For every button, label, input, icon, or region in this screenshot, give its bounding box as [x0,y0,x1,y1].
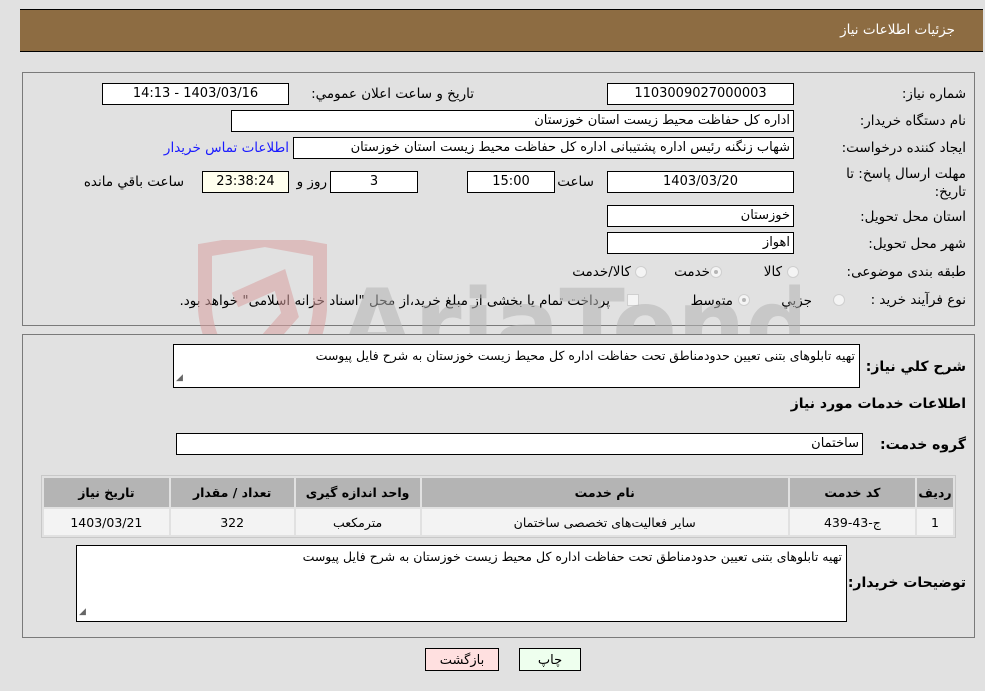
category-radio-goods[interactable] [787,266,799,278]
cell-unit: مترمکعب [295,509,420,535]
description-text: تهیه تابلوهای بتنی تعیین حدودمناطق تحت ح… [315,348,855,363]
cell-qty: 322 [170,509,294,535]
buyer-org-label: نام دستگاه خريدار: [859,113,966,129]
col-date-header: تاريخ نياز [44,478,169,507]
table-header-row: رديف کد خدمت نام خدمت واحد اندازه گیری ت… [44,478,953,507]
deadline-time-label: ساعت [557,174,594,190]
buyer-notes-textarea[interactable]: تهیه تابلوهای بتنی تعیین حدودمناطق تحت ح… [76,545,847,622]
remaining-time-label: ساعت باقي مانده [83,174,184,190]
category-radio-goods-service[interactable] [635,266,647,278]
purchase-option-minor: جزيي [781,293,812,309]
cell-date: 1403/03/21 [44,509,169,535]
buyer-notes-text: تهیه تابلوهای بتنی تعیین حدودمناطق تحت ح… [302,549,842,564]
deadline-time-field[interactable]: 15:00 [467,171,555,193]
announce-datetime-label: تاريخ و ساعت اعلان عمومي: [311,86,474,102]
need-number-label: شماره نیاز: [901,86,966,102]
back-button[interactable]: بازگشت [425,648,499,671]
category-label: طبقه بندی موضوعی: [846,264,966,280]
description-textarea[interactable]: تهیه تابلوهای بتنی تعیین حدودمناطق تحت ح… [173,344,860,388]
requester-label: ايجاد کننده درخواست: [841,140,966,156]
remaining-time-field[interactable]: 23:38:24 [202,171,289,193]
col-qty-header: تعداد / مقدار [170,478,294,507]
need-details-panel: شماره نیاز: 1103009027000003 تاريخ و ساع… [22,72,975,326]
category-option-goods: کالا [763,264,782,280]
service-group-label: گروه خدمت: [880,437,966,453]
purchase-option-medium: متوسط [690,293,733,309]
print-button[interactable]: چاپ [519,648,581,671]
treasury-checkbox[interactable] [627,294,639,306]
buyer-contact-link[interactable]: اطلاعات تماس خريدار [164,140,289,156]
category-option-service: خدمت [674,264,710,280]
page-title: جزئیات اطلاعات نیاز [840,22,955,38]
category-option-goods-service: کالا/خدمت [572,264,631,280]
days-remaining-field[interactable]: 3 [330,171,418,193]
treasury-note: پرداخت تمام یا بخشی از مبلغ خرید،از محل … [179,293,610,309]
purchase-radio-medium[interactable] [738,294,750,306]
services-section-title: اطلاعات خدمات مورد نياز [790,396,966,412]
cell-name: سایر فعالیت‌های تخصصی ساختمان [421,509,788,535]
table-row: 1 ج-43-439 سایر فعالیت‌های تخصصی ساختمان… [44,509,953,535]
resize-grip-icon[interactable]: ◢ [79,604,86,620]
resize-grip-icon[interactable]: ◢ [176,370,183,386]
province-field[interactable]: خوزستان [607,205,794,227]
deadline-label: مهلت ارسال پاسخ: تا تاریخ: [846,166,966,200]
city-label: شهر محل تحویل: [868,236,966,252]
col-unit-header: واحد اندازه گیری [295,478,420,507]
col-row-header: رديف [917,478,953,507]
cell-code: ج-43-439 [789,509,916,535]
category-radio-service[interactable] [710,266,722,278]
services-panel: شرح کلي نياز: تهیه تابلوهای بتنی تعیین ح… [22,334,975,638]
services-table: رديف کد خدمت نام خدمت واحد اندازه گیری ت… [41,475,956,538]
purchase-radio-minor[interactable] [833,294,845,306]
announce-datetime-field[interactable]: 1403/03/16 - 14:13 [102,83,289,105]
need-number-field[interactable]: 1103009027000003 [607,83,794,105]
city-field[interactable]: اهواز [607,232,794,254]
cell-row: 1 [917,509,953,535]
service-group-field[interactable]: ساختمان [176,433,863,455]
col-name-header: نام خدمت [421,478,788,507]
deadline-date-field[interactable]: 1403/03/20 [607,171,794,193]
requester-field[interactable]: شهاب زنگنه رئیس اداره پشتیبانی اداره کل … [293,137,794,159]
purchase-type-label: نوع فرآیند خرید : [870,292,966,308]
buyer-org-field[interactable]: اداره کل حفاظت محیط زیست استان خوزستان [231,110,794,132]
col-code-header: کد خدمت [789,478,916,507]
days-label: روز و [296,174,327,190]
page-header: جزئیات اطلاعات نیاز [20,9,983,52]
buyer-notes-label: توضيحات خريدار: [847,575,966,591]
province-label: استان محل تحویل: [860,209,966,225]
description-label: شرح کلي نياز: [865,359,966,375]
